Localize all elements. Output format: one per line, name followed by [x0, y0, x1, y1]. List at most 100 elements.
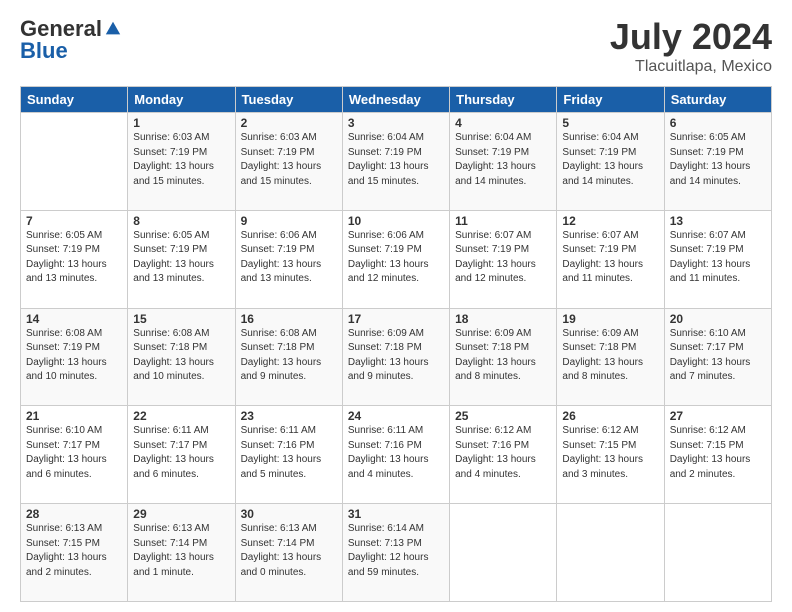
- logo-icon: [104, 20, 122, 38]
- day-info: Sunrise: 6:05 AM Sunset: 7:19 PM Dayligh…: [670, 131, 766, 189]
- day-number: 20: [670, 312, 766, 326]
- day-number: 18: [455, 312, 551, 326]
- calendar-cell: 6Sunrise: 6:05 AM Sunset: 7:19 PM Daylig…: [664, 113, 771, 211]
- col-header-thursday: Thursday: [450, 87, 557, 113]
- day-number: 8: [133, 214, 229, 228]
- day-info: Sunrise: 6:11 AM Sunset: 7:16 PM Dayligh…: [348, 424, 444, 482]
- day-info: Sunrise: 6:10 AM Sunset: 7:17 PM Dayligh…: [670, 327, 766, 385]
- day-info: Sunrise: 6:14 AM Sunset: 7:13 PM Dayligh…: [348, 522, 444, 580]
- day-number: 31: [348, 507, 444, 521]
- day-info: Sunrise: 6:03 AM Sunset: 7:19 PM Dayligh…: [241, 131, 337, 189]
- calendar-cell: 28Sunrise: 6:13 AM Sunset: 7:15 PM Dayli…: [21, 504, 128, 602]
- calendar-cell: 29Sunrise: 6:13 AM Sunset: 7:14 PM Dayli…: [128, 504, 235, 602]
- day-number: 1: [133, 116, 229, 130]
- day-info: Sunrise: 6:13 AM Sunset: 7:14 PM Dayligh…: [241, 522, 337, 580]
- calendar-cell: 14Sunrise: 6:08 AM Sunset: 7:19 PM Dayli…: [21, 308, 128, 406]
- day-number: 12: [562, 214, 658, 228]
- calendar-cell: 19Sunrise: 6:09 AM Sunset: 7:18 PM Dayli…: [557, 308, 664, 406]
- calendar-cell: 22Sunrise: 6:11 AM Sunset: 7:17 PM Dayli…: [128, 406, 235, 504]
- week-row-5: 28Sunrise: 6:13 AM Sunset: 7:15 PM Dayli…: [21, 504, 772, 602]
- calendar-cell: 17Sunrise: 6:09 AM Sunset: 7:18 PM Dayli…: [342, 308, 449, 406]
- day-info: Sunrise: 6:12 AM Sunset: 7:15 PM Dayligh…: [670, 424, 766, 482]
- day-number: 13: [670, 214, 766, 228]
- calendar-cell: 15Sunrise: 6:08 AM Sunset: 7:18 PM Dayli…: [128, 308, 235, 406]
- day-info: Sunrise: 6:07 AM Sunset: 7:19 PM Dayligh…: [670, 229, 766, 287]
- calendar-cell: 4Sunrise: 6:04 AM Sunset: 7:19 PM Daylig…: [450, 113, 557, 211]
- day-info: Sunrise: 6:06 AM Sunset: 7:19 PM Dayligh…: [241, 229, 337, 287]
- day-number: 7: [26, 214, 122, 228]
- day-number: 17: [348, 312, 444, 326]
- week-row-4: 21Sunrise: 6:10 AM Sunset: 7:17 PM Dayli…: [21, 406, 772, 504]
- col-header-saturday: Saturday: [664, 87, 771, 113]
- subtitle: Tlacuitlapa, Mexico: [610, 58, 772, 76]
- day-info: Sunrise: 6:12 AM Sunset: 7:15 PM Dayligh…: [562, 424, 658, 482]
- day-number: 25: [455, 409, 551, 423]
- day-number: 6: [670, 116, 766, 130]
- day-number: 4: [455, 116, 551, 130]
- day-info: Sunrise: 6:13 AM Sunset: 7:15 PM Dayligh…: [26, 522, 122, 580]
- day-number: 22: [133, 409, 229, 423]
- col-header-friday: Friday: [557, 87, 664, 113]
- day-info: Sunrise: 6:12 AM Sunset: 7:16 PM Dayligh…: [455, 424, 551, 482]
- calendar-cell: 11Sunrise: 6:07 AM Sunset: 7:19 PM Dayli…: [450, 210, 557, 308]
- logo-blue: Blue: [20, 38, 68, 64]
- day-number: 23: [241, 409, 337, 423]
- day-number: 29: [133, 507, 229, 521]
- day-number: 27: [670, 409, 766, 423]
- week-row-2: 7Sunrise: 6:05 AM Sunset: 7:19 PM Daylig…: [21, 210, 772, 308]
- calendar-cell: 12Sunrise: 6:07 AM Sunset: 7:19 PM Dayli…: [557, 210, 664, 308]
- col-header-sunday: Sunday: [21, 87, 128, 113]
- day-info: Sunrise: 6:05 AM Sunset: 7:19 PM Dayligh…: [133, 229, 229, 287]
- day-info: Sunrise: 6:08 AM Sunset: 7:18 PM Dayligh…: [133, 327, 229, 385]
- day-info: Sunrise: 6:08 AM Sunset: 7:18 PM Dayligh…: [241, 327, 337, 385]
- col-header-tuesday: Tuesday: [235, 87, 342, 113]
- day-number: 21: [26, 409, 122, 423]
- day-number: 28: [26, 507, 122, 521]
- calendar-cell: 30Sunrise: 6:13 AM Sunset: 7:14 PM Dayli…: [235, 504, 342, 602]
- day-info: Sunrise: 6:04 AM Sunset: 7:19 PM Dayligh…: [455, 131, 551, 189]
- day-info: Sunrise: 6:09 AM Sunset: 7:18 PM Dayligh…: [455, 327, 551, 385]
- day-info: Sunrise: 6:09 AM Sunset: 7:18 PM Dayligh…: [562, 327, 658, 385]
- calendar-cell: 23Sunrise: 6:11 AM Sunset: 7:16 PM Dayli…: [235, 406, 342, 504]
- calendar-cell: 8Sunrise: 6:05 AM Sunset: 7:19 PM Daylig…: [128, 210, 235, 308]
- calendar-cell: 5Sunrise: 6:04 AM Sunset: 7:19 PM Daylig…: [557, 113, 664, 211]
- week-row-3: 14Sunrise: 6:08 AM Sunset: 7:19 PM Dayli…: [21, 308, 772, 406]
- day-number: 14: [26, 312, 122, 326]
- calendar-cell: 2Sunrise: 6:03 AM Sunset: 7:19 PM Daylig…: [235, 113, 342, 211]
- main-title: July 2024: [610, 16, 772, 58]
- calendar-header-row: SundayMondayTuesdayWednesdayThursdayFrid…: [21, 87, 772, 113]
- calendar-cell: 21Sunrise: 6:10 AM Sunset: 7:17 PM Dayli…: [21, 406, 128, 504]
- day-info: Sunrise: 6:07 AM Sunset: 7:19 PM Dayligh…: [455, 229, 551, 287]
- col-header-monday: Monday: [128, 87, 235, 113]
- day-info: Sunrise: 6:04 AM Sunset: 7:19 PM Dayligh…: [348, 131, 444, 189]
- logo: General Blue: [20, 16, 122, 64]
- day-info: Sunrise: 6:09 AM Sunset: 7:18 PM Dayligh…: [348, 327, 444, 385]
- day-number: 11: [455, 214, 551, 228]
- calendar-cell: 31Sunrise: 6:14 AM Sunset: 7:13 PM Dayli…: [342, 504, 449, 602]
- week-row-1: 1 Sunrise: 6:03 AM Sunset: 7:19 PM Daylig…: [21, 113, 772, 211]
- day-number: 2: [241, 116, 337, 130]
- calendar-cell: 9Sunrise: 6:06 AM Sunset: 7:19 PM Daylig…: [235, 210, 342, 308]
- day-number: 5: [562, 116, 658, 130]
- calendar: SundayMondayTuesdayWednesdayThursdayFrid…: [20, 86, 772, 602]
- calendar-cell: [21, 113, 128, 211]
- calendar-cell: 13Sunrise: 6:07 AM Sunset: 7:19 PM Dayli…: [664, 210, 771, 308]
- day-number: 15: [133, 312, 229, 326]
- day-number: 19: [562, 312, 658, 326]
- calendar-cell: 16Sunrise: 6:08 AM Sunset: 7:18 PM Dayli…: [235, 308, 342, 406]
- day-info: Sunrise: 6:08 AM Sunset: 7:19 PM Dayligh…: [26, 327, 122, 385]
- title-block: July 2024 Tlacuitlapa, Mexico: [610, 16, 772, 76]
- day-info: Sunrise: 6:11 AM Sunset: 7:17 PM Dayligh…: [133, 424, 229, 482]
- day-info: Sunrise: 6:05 AM Sunset: 7:19 PM Dayligh…: [26, 229, 122, 287]
- calendar-cell: [450, 504, 557, 602]
- day-number: 30: [241, 507, 337, 521]
- calendar-cell: [557, 504, 664, 602]
- day-info: Sunrise: 6:06 AM Sunset: 7:19 PM Dayligh…: [348, 229, 444, 287]
- calendar-cell: 20Sunrise: 6:10 AM Sunset: 7:17 PM Dayli…: [664, 308, 771, 406]
- calendar-cell: [664, 504, 771, 602]
- day-number: 10: [348, 214, 444, 228]
- calendar-cell: 7Sunrise: 6:05 AM Sunset: 7:19 PM Daylig…: [21, 210, 128, 308]
- calendar-cell: 25Sunrise: 6:12 AM Sunset: 7:16 PM Dayli…: [450, 406, 557, 504]
- calendar-cell: 18Sunrise: 6:09 AM Sunset: 7:18 PM Dayli…: [450, 308, 557, 406]
- day-number: 16: [241, 312, 337, 326]
